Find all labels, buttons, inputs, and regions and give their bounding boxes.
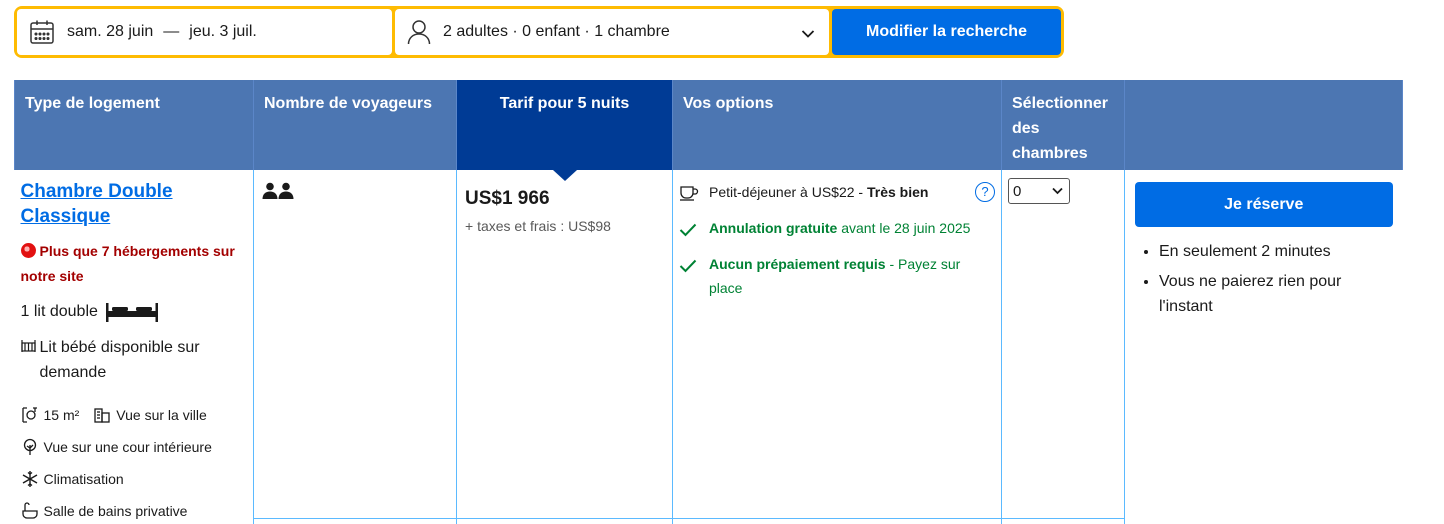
header-price-notch [552, 170, 577, 181]
facility-bathroom-text: Salle de bains privative [43, 503, 188, 519]
taxes-fees: + taxes et frais : US$98 [465, 218, 611, 234]
facility-courtyard-view-text: Vue sur une cour intérieure [43, 439, 212, 455]
table-row: Chambre Double Classique Plus que 7 hébe… [14, 170, 1403, 524]
date-picker[interactable]: sam. 28 juin — jeu. 3 juil. [17, 9, 392, 55]
checkmark-icon [679, 252, 701, 300]
guests-summary: 2 adultes · 0 enfant · 1 chambre [443, 23, 670, 40]
guests-selector[interactable]: 2 adultes · 0 enfant · 1 chambre [395, 9, 829, 55]
guests-cell [253, 170, 457, 524]
option-free-cancellation: Annulation gratuite avant le 28 juin 202… [679, 216, 995, 244]
options-cell: Petit-déjeuner à US$22 - Très bien ? Ann… [672, 170, 1002, 524]
facility-courtyard-view: Vue sur une cour intérieure [21, 431, 212, 463]
chevron-down-icon [801, 26, 815, 44]
chevron-down-icon [1052, 187, 1063, 195]
list-item: Vous ne paierez rien pour l'instant [1159, 269, 1397, 319]
bath-icon [21, 502, 39, 520]
alert-dot-icon [20, 243, 36, 258]
select-cell: 0 [1001, 170, 1125, 524]
search-bar: sam. 28 juin — jeu. 3 juil. 2 adultes · … [14, 6, 1064, 58]
bed-text: 1 lit double [20, 303, 98, 320]
bed-info: 1 lit double [21, 301, 248, 323]
city-view-icon [93, 406, 111, 424]
room-quantity-select[interactable]: 0 [1008, 178, 1070, 204]
facilities-list: 15 m² Vue sur la ville Vue sur une cour … [21, 399, 248, 524]
facility-city-view: Vue sur la ville [93, 399, 207, 431]
scarcity-text: Plus que 7 hébergements sur notre site [20, 243, 235, 284]
modify-search-button[interactable]: Modifier la recherche [832, 9, 1061, 55]
list-item: En seulement 2 minutes [1159, 239, 1397, 264]
coffee-cup-icon [679, 180, 701, 208]
header-price: Tarif pour 5 nuits [456, 80, 673, 181]
help-icon[interactable]: ? [975, 182, 995, 202]
facility-aircon: Climatisation [21, 463, 124, 495]
header-options: Vos options [672, 80, 1002, 170]
facility-city-view-text: Vue sur la ville [116, 407, 207, 423]
prepay-bold: Aucun prépaiement requis [709, 256, 886, 272]
crib-info: Lit bébé disponible sur demande [20, 335, 248, 385]
breakfast-text: Petit-déjeuner à US$22 - [709, 184, 867, 200]
reserve-button[interactable]: Je réserve [1135, 182, 1393, 227]
price-cell: US$1 966 + taxes et frais : US$98 [456, 170, 673, 524]
reserve-cell: Je réserve En seulement 2 minutes Vous n… [1124, 170, 1403, 524]
date-separator: — [163, 23, 180, 40]
calendar-icon [29, 19, 55, 45]
facility-size: 15 m² [21, 399, 80, 431]
person-icon [407, 19, 431, 45]
room-name-link[interactable]: Chambre Double Classique [21, 179, 248, 229]
tree-icon [21, 438, 39, 456]
room-size-icon [21, 406, 39, 424]
cancel-bold: Annulation gratuite [709, 220, 838, 236]
facility-size-text: 15 m² [43, 407, 80, 423]
scarcity-message: Plus que 7 hébergements sur notre site [20, 239, 248, 289]
checkin-date: sam. 28 juin [67, 23, 154, 40]
header-price-label: Tarif pour 5 nuits [499, 95, 630, 112]
row-divider [253, 518, 1125, 519]
option-no-prepayment: Aucun prépaiement requis - Payez sur pla… [679, 252, 995, 300]
header-select-rooms: Sélectionner des chambres [1001, 80, 1125, 170]
snowflake-icon [21, 470, 39, 488]
breakfast-rating: Très bien [866, 184, 929, 200]
facility-bathroom: Salle de bains privative [21, 495, 188, 524]
room-table: Type de logement Nombre de voyageurs Tar… [14, 80, 1403, 524]
facility-aircon-text: Climatisation [43, 471, 124, 487]
two-persons-icon [262, 182, 450, 205]
checkmark-icon [679, 216, 701, 244]
room-type-cell: Chambre Double Classique Plus que 7 hébe… [14, 170, 254, 524]
header-empty [1124, 80, 1403, 170]
cancel-rest: avant le 28 juin 2025 [837, 220, 971, 236]
option-breakfast: Petit-déjeuner à US$22 - Très bien ? [679, 180, 995, 208]
room-quantity-value: 0 [1013, 182, 1022, 200]
crib-icon [20, 335, 36, 385]
crib-text: Lit bébé disponible sur demande [39, 339, 200, 381]
checkout-date: jeu. 3 juil. [189, 23, 257, 40]
benefits-list: En seulement 2 minutes Vous ne paierez r… [1159, 239, 1397, 319]
header-room-type: Type de logement [14, 80, 254, 170]
price-amount: US$1 966 [465, 188, 550, 209]
double-bed-icon [104, 301, 160, 323]
header-guests: Nombre de voyageurs [253, 80, 457, 170]
